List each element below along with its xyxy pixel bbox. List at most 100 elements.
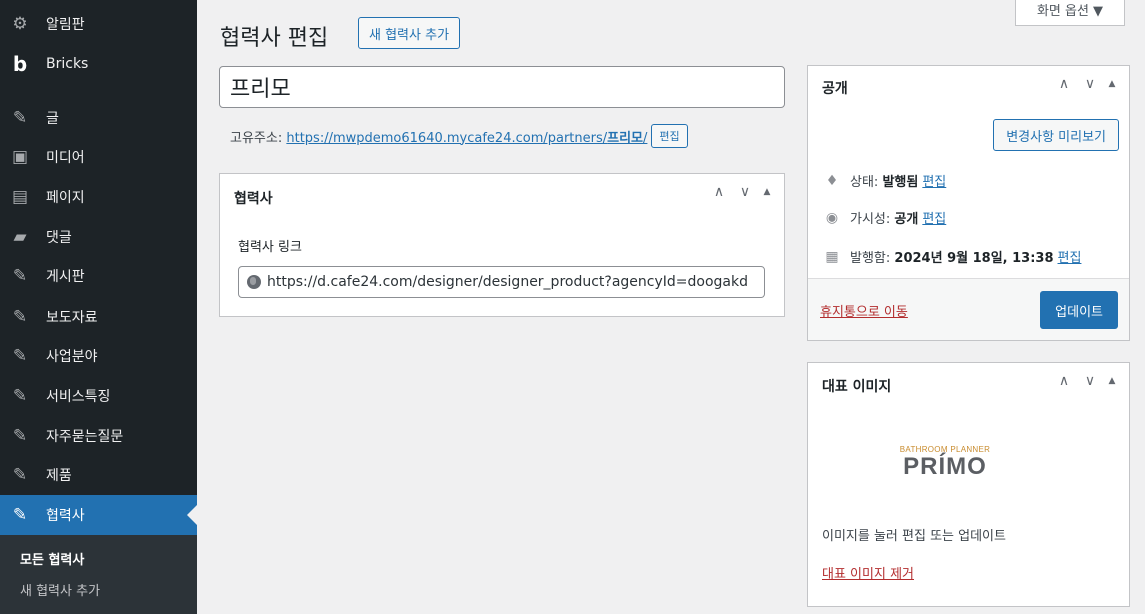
dashboard-icon: ⚙ (12, 14, 28, 34)
visibility-value: 공개 (894, 212, 919, 227)
preview-changes-button[interactable]: 변경사항 미리보기 (993, 119, 1119, 151)
calendar-icon: ▦ (825, 248, 839, 265)
pin-icon: ✎ (12, 426, 28, 446)
permalink-edit-button[interactable]: 편집 (651, 124, 688, 148)
published-value: 2024년 9월 18일, 13:38 (894, 251, 1054, 266)
post-title-input[interactable]: 프리모 (219, 66, 785, 108)
sidebar-item-media[interactable]: ▣ 미디어 (0, 137, 197, 177)
bricks-logo-icon: b (12, 52, 28, 76)
sidebar-item-label: 보도자료 (46, 310, 98, 326)
pin-icon: ✎ (12, 307, 28, 327)
publish-metabox: 공개 ∧ ∨ ▲ 변경사항 미리보기 ♦ 상태: 발행됨 편집 ◉ 가시성: 공… (807, 65, 1130, 341)
sidebar-item-label: 글 (46, 111, 59, 127)
pin-status-icon: ♦ (825, 172, 839, 189)
metabox-title: 공개 (822, 81, 848, 97)
sidebar-item-posts[interactable]: ✎ 글 (0, 98, 197, 138)
visibility-edit-link[interactable]: 편집 (922, 208, 946, 227)
visibility-label: 가시성: (850, 212, 891, 227)
collapse-toggle-icon[interactable]: ▲ (758, 187, 776, 197)
featured-image-metabox: 대표 이미지 ∧ ∨ ▲ BATHROOM PLANNER PRÍMO 이미지를… (807, 362, 1130, 607)
published-label: 발행함: (850, 251, 891, 266)
permalink-link[interactable]: https://mwpdemo61640.mycafe24.com/partne… (286, 127, 647, 146)
visibility-row: ◉ 가시성: 공개 편집 (822, 208, 946, 228)
move-to-trash-link[interactable]: 휴지통으로 이동 (820, 301, 908, 320)
move-up-icon[interactable]: ∧ (706, 184, 732, 200)
metabox-title: 대표 이미지 (822, 379, 892, 395)
partner-metabox: 협력사 ∧ ∨ ▲ 협력사 링크 https://d.cafe24.com/de… (219, 173, 785, 317)
move-up-icon[interactable]: ∧ (1051, 76, 1077, 92)
sidebar-item-label: 사업분야 (46, 349, 98, 365)
sidebar-item-label: 페이지 (46, 190, 85, 206)
sidebar-item-board[interactable]: ✎ 게시판 (0, 256, 197, 296)
eye-icon: ◉ (825, 209, 839, 226)
sidebar-item-label: 게시판 (46, 269, 85, 285)
move-up-icon[interactable]: ∧ (1051, 373, 1077, 389)
featured-image-thumbnail[interactable]: BATHROOM PLANNER PRÍMO (880, 443, 1010, 495)
move-down-icon[interactable]: ∨ (1077, 76, 1103, 92)
media-icon: ▣ (11, 147, 29, 167)
sidebar-item-label: 서비스특징 (46, 389, 111, 405)
submenu-add-partner[interactable]: 새 협력사 추가 (20, 580, 100, 599)
page-icon: ▤ (11, 187, 29, 207)
sidebar-item-bricks[interactable]: b Bricks (0, 44, 197, 84)
sidebar-item-faq[interactable]: ✎ 자주묻는질문 (0, 416, 197, 456)
partner-link-value: https://d.cafe24.com/designer/designer_p… (267, 274, 748, 290)
move-down-icon[interactable]: ∨ (1077, 373, 1103, 389)
pin-icon: ✎ (12, 386, 28, 406)
sidebar-item-label: 자주묻는질문 (46, 429, 124, 445)
status-value: 발행됨 (882, 175, 919, 190)
sidebar-item-features[interactable]: ✎ 서비스특징 (0, 376, 197, 416)
sidebar-item-pages[interactable]: ▤ 페이지 (0, 177, 197, 217)
published-date-row: ▦ 발행함: 2024년 9월 18일, 13:38 편집 (822, 247, 1082, 267)
sidebar-item-press[interactable]: ✎ 보도자료 (0, 297, 197, 337)
permalink-slug: 프리모 (607, 130, 644, 146)
admin-sidebar: ⚙ 알림판 b Bricks ✎ 글 ▣ 미디어 ▤ 페이지 ▰ 댓글 ✎ 게시… (0, 0, 197, 614)
pin-icon: ✎ (12, 266, 28, 286)
sidebar-item-label: 협력사 (46, 508, 85, 524)
status-label: 상태: (850, 175, 879, 190)
pin-icon: ✎ (12, 465, 28, 485)
comment-icon: ▰ (13, 227, 27, 247)
move-down-icon[interactable]: ∨ (732, 184, 758, 200)
permalink-trailing: / (643, 130, 648, 146)
permalink-base: https://mwpdemo61640.mycafe24.com/partne… (286, 130, 608, 146)
pin-icon: ✎ (12, 346, 28, 366)
update-button[interactable]: 업데이트 (1040, 291, 1118, 329)
pin-icon: ✎ (12, 505, 28, 525)
remove-featured-image-link[interactable]: 대표 이미지 제거 (822, 563, 914, 582)
collapse-toggle-icon[interactable]: ▲ (1103, 376, 1121, 386)
sidebar-item-products[interactable]: ✎ 제품 (0, 455, 197, 495)
partner-link-input[interactable]: https://d.cafe24.com/designer/designer_p… (238, 266, 765, 298)
sidebar-item-label: 미디어 (46, 150, 85, 166)
pin-icon: ✎ (12, 108, 28, 128)
partner-link-label: 협력사 링크 (238, 240, 302, 255)
sidebar-item-label: 댓글 (46, 230, 72, 246)
metabox-controls: ∧ ∨ ▲ (1051, 76, 1121, 92)
sidebar-item-label: 제품 (46, 468, 72, 484)
published-edit-link[interactable]: 편집 (1058, 247, 1082, 266)
publish-actions: 휴지통으로 이동 업데이트 (808, 278, 1129, 340)
sidebar-item-partners[interactable]: ✎ 협력사 (0, 495, 197, 535)
permalink-row: 고유주소: https://mwpdemo61640.mycafe24.com/… (230, 124, 688, 148)
screen-options-button[interactable]: 화면 옵션 ▼ (1015, 0, 1125, 26)
globe-icon (247, 275, 261, 289)
featured-image-help: 이미지를 눌러 편집 또는 업데이트 (822, 529, 1006, 544)
page-title: 협력사 편집 (220, 26, 329, 51)
metabox-controls: ∧ ∨ ▲ (706, 184, 776, 200)
sidebar-item-dashboard[interactable]: ⚙ 알림판 (0, 4, 197, 44)
metabox-title: 협력사 (234, 191, 273, 207)
status-edit-link[interactable]: 편집 (922, 171, 946, 190)
active-indicator-arrow (187, 505, 197, 525)
submenu-all-partners[interactable]: 모든 협력사 (20, 549, 84, 568)
thumbnail-logo-text: PRÍMO (903, 453, 987, 480)
status-row: ♦ 상태: 발행됨 편집 (822, 171, 947, 191)
sidebar-item-label: 알림판 (46, 17, 85, 33)
metabox-controls: ∧ ∨ ▲ (1051, 373, 1121, 389)
partners-submenu: 모든 협력사 새 협력사 추가 (0, 535, 197, 614)
add-new-partner-button[interactable]: 새 협력사 추가 (358, 17, 461, 49)
collapse-toggle-icon[interactable]: ▲ (1103, 79, 1121, 89)
sidebar-item-business[interactable]: ✎ 사업분야 (0, 336, 197, 376)
sidebar-item-comments[interactable]: ▰ 댓글 (0, 217, 197, 257)
sidebar-item-label: Bricks (46, 56, 89, 72)
permalink-label: 고유주소: (230, 130, 283, 146)
